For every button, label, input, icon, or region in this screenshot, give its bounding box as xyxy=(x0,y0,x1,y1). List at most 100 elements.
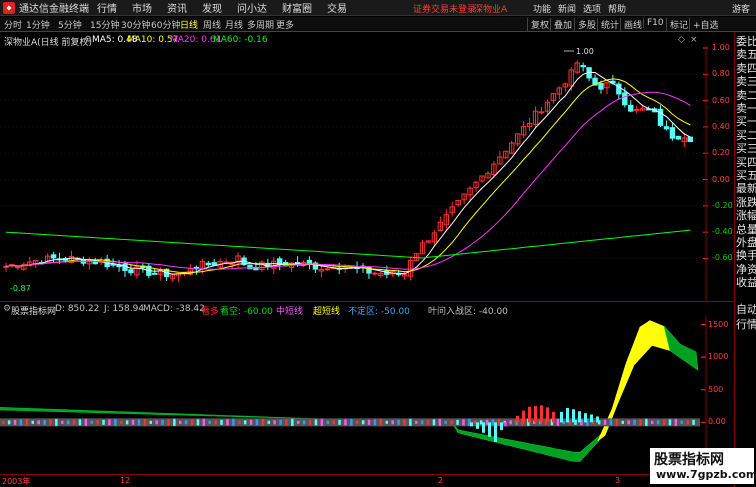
panel-toggle-icon[interactable]: ◇ xyxy=(678,35,685,45)
add-watchlist-button[interactable]: +自选 xyxy=(689,18,719,31)
indicator-gear-icon[interactable]: ⚙ xyxy=(3,304,11,314)
period-60min[interactable]: 60分钟 xyxy=(151,18,180,31)
signal-bar xyxy=(509,420,512,425)
signal-bar xyxy=(49,419,52,426)
mark-button[interactable]: 标记 xyxy=(666,18,688,31)
quote-field[interactable]: 自动 xyxy=(736,303,756,316)
current-stock-tag[interactable]: 深物业A xyxy=(474,2,507,15)
quote-field: 涨幅 xyxy=(736,209,756,223)
multi-stock-button[interactable]: 多股 xyxy=(574,18,596,31)
draw-button[interactable]: 画线 xyxy=(620,18,642,31)
indicator-j: J: 158.94 xyxy=(104,304,145,314)
x-tick-2: 2 xyxy=(438,476,444,485)
period-5min[interactable]: 5分钟 xyxy=(58,18,82,31)
quote-field: 外盘 xyxy=(736,236,756,249)
overlay-button[interactable]: 叠加 xyxy=(550,18,572,31)
signal-bar xyxy=(645,418,648,426)
menu-trade[interactable]: 交易 xyxy=(327,0,347,15)
y-tick-label: 1.00 xyxy=(712,43,730,52)
menu-options[interactable]: 选项 xyxy=(583,2,601,15)
quote-field: 换手 xyxy=(736,249,756,263)
period-timeshare[interactable]: 分时 xyxy=(4,18,22,31)
candle-body xyxy=(128,269,134,274)
adjust-button[interactable]: 复权 xyxy=(527,18,549,31)
signal-bar xyxy=(173,418,176,426)
period-toolbar: 分时 1分钟 5分钟 15分钟 30分钟 60分钟 日线 周线 月线 多周期 更… xyxy=(0,17,756,32)
period-more[interactable]: 更多 xyxy=(276,18,294,31)
signal-bar xyxy=(131,419,135,425)
signal-bar xyxy=(155,420,158,425)
candle-body xyxy=(372,272,378,275)
signal-bar xyxy=(267,420,270,424)
candle-body xyxy=(628,104,634,112)
quote-field: 收益 xyxy=(736,276,756,290)
signal-bar xyxy=(161,419,164,425)
signal-bar xyxy=(291,418,294,426)
menu-news[interactable]: 资讯 xyxy=(167,0,187,15)
signal-bar xyxy=(444,420,447,424)
menu-wealth[interactable]: 财富圈 xyxy=(282,0,312,15)
signal-bar xyxy=(66,420,70,425)
signal-bar xyxy=(314,419,318,426)
indicator-y-tick-label: 1500 xyxy=(708,319,729,329)
menu-discover[interactable]: 发现 xyxy=(202,0,222,15)
period-monthly[interactable]: 月线 xyxy=(225,18,243,31)
quote-field: 总量 xyxy=(736,222,756,236)
period-15min[interactable]: 15分钟 xyxy=(90,18,119,31)
signal-bar xyxy=(450,420,453,425)
signal-bar xyxy=(96,420,99,425)
period-30min[interactable]: 30分钟 xyxy=(121,18,150,31)
macd-bar xyxy=(584,413,587,423)
stats-button[interactable]: 统计 xyxy=(597,18,619,31)
signal-bar xyxy=(556,418,560,426)
quote-field: 买一 xyxy=(736,115,756,129)
signal-bar xyxy=(13,419,17,425)
signal-bar xyxy=(214,420,217,425)
signal-bar xyxy=(25,418,29,426)
watermark: 股票指标网 www.7gpzb.com xyxy=(650,448,756,484)
period-daily[interactable]: 日线 xyxy=(180,18,198,31)
candle-body xyxy=(15,266,21,269)
signal-bar xyxy=(31,420,34,424)
menu-help[interactable]: 帮助 xyxy=(608,2,626,15)
macd-bar xyxy=(470,422,473,427)
candle-body xyxy=(663,126,670,130)
candle-body xyxy=(687,136,693,143)
f10-button[interactable]: F10 xyxy=(643,18,664,28)
menu-function[interactable]: 功能 xyxy=(533,2,551,15)
panel-close-icon[interactable]: × xyxy=(690,35,698,45)
signal-bar xyxy=(302,420,306,425)
macd-bar xyxy=(560,411,563,423)
indicator-chart[interactable] xyxy=(0,316,708,474)
menu-market[interactable]: 市场 xyxy=(132,0,152,15)
macd-bar xyxy=(476,422,479,429)
green-ribbon-right xyxy=(663,325,699,371)
signal-bar xyxy=(208,420,211,424)
period-weekly[interactable]: 周线 xyxy=(203,18,221,31)
signal-bar xyxy=(391,420,394,425)
signal-bar xyxy=(37,420,40,425)
signal-bar xyxy=(656,420,660,425)
y-tick-label: 0.20 xyxy=(712,148,730,158)
menu-ask[interactable]: 问小达 xyxy=(237,0,267,15)
indicator-y-tick-label: 500 xyxy=(708,384,724,394)
period-multi[interactable]: 多周期 xyxy=(247,18,274,31)
ma60-line xyxy=(5,229,691,259)
panel-divider xyxy=(0,301,734,302)
quote-field[interactable]: 行情 xyxy=(736,318,756,331)
quote-field: 买四 xyxy=(736,155,756,169)
menu-latest-news[interactable]: 新闻 xyxy=(558,2,576,15)
y-tick-label: 0.40 xyxy=(712,121,730,131)
signal-bar xyxy=(308,419,312,425)
menu-quotes[interactable]: 行情 xyxy=(97,0,117,15)
price-chart[interactable]: 1.00 -0.87 xyxy=(0,46,708,301)
macd-bar xyxy=(528,406,531,423)
guest-user[interactable]: 游客 xyxy=(732,2,750,15)
login-status[interactable]: 证券交易未登录 xyxy=(413,2,476,15)
y-tick-label: -0.60 xyxy=(712,253,733,263)
period-1min[interactable]: 1分钟 xyxy=(26,18,50,31)
indicator-macd: MACD: -38.42 xyxy=(143,304,205,314)
signal-bar xyxy=(438,418,442,426)
signal-bar xyxy=(273,420,276,425)
gear-icon[interactable]: ⚙ xyxy=(84,35,92,45)
